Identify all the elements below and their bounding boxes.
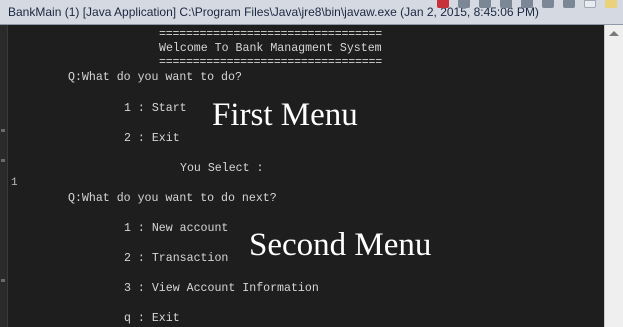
console-line-option-start: 1 : Start: [124, 102, 187, 115]
console-line-question-1: Q:What do you want to do?: [68, 71, 242, 84]
console-line-separator-bottom: =================================: [159, 56, 382, 69]
scroll-up-icon[interactable]: [609, 31, 619, 36]
console-line-option-quit: q : Exit: [124, 312, 180, 325]
console-toolbar: [437, 0, 617, 8]
console-line-you-select: You Select :: [180, 162, 264, 175]
console-line-option-exit: 2 : Exit: [124, 132, 180, 145]
strip-marker: [1, 279, 5, 282]
pin-console-icon[interactable]: [542, 0, 554, 8]
remove-launch-icon[interactable]: [458, 0, 470, 8]
console-line-option-new-account: 1 : New account: [124, 222, 229, 235]
console-line-welcome: Welcome To Bank Managment System: [159, 42, 382, 55]
strip-marker: [1, 159, 5, 162]
console-line-question-2: Q:What do you want to do next?: [68, 192, 277, 205]
scroll-lock-icon[interactable]: [500, 0, 512, 8]
word-wrap-icon[interactable]: [521, 0, 533, 8]
strip-marker: [1, 129, 5, 132]
gutter-line-number: 1: [11, 177, 18, 189]
console-output[interactable]: 1 ================================= Welc…: [8, 25, 604, 327]
annotation-first-menu: First Menu: [212, 97, 358, 133]
console-line-separator-top: =================================: [159, 28, 382, 41]
console-line-option-view-account: 3 : View Account Information: [124, 282, 319, 295]
remove-all-icon[interactable]: [479, 0, 491, 8]
terminate-icon[interactable]: [437, 0, 449, 8]
display-console-icon[interactable]: [563, 0, 575, 8]
vertical-scrollbar[interactable]: [604, 25, 623, 327]
maximize-icon[interactable]: [605, 0, 617, 8]
console-title-bar: BankMain (1) [Java Application] C:\Progr…: [0, 0, 623, 25]
editor-left-strip: [0, 25, 8, 327]
annotation-second-menu: Second Menu: [249, 227, 432, 263]
console-line-option-transaction: 2 : Transaction: [124, 252, 229, 265]
minimize-icon[interactable]: [584, 0, 596, 8]
